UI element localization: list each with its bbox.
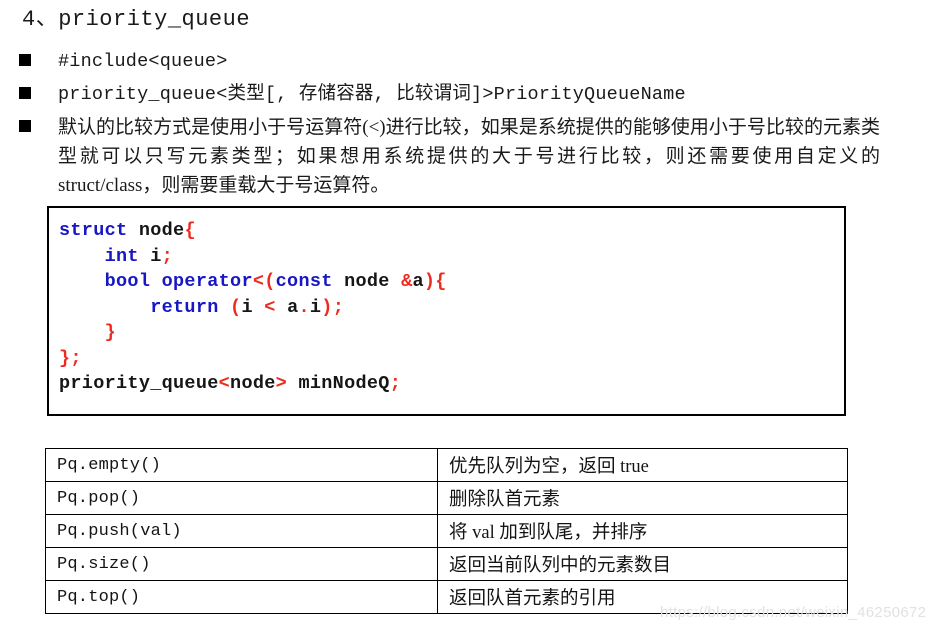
square-bullet-icon bbox=[19, 87, 31, 99]
code-token: ( bbox=[230, 296, 242, 318]
api-table-body: Pq.empty() 优先队列为空，返回 true Pq.pop() 删除队首元素 Pq… bbox=[45, 448, 848, 614]
code-line: struct node{ bbox=[59, 218, 844, 244]
bullet-item: 默认的比较方式是使用小于号运算符(<)进行比较，如果是系统提供的能够使用小于号比… bbox=[0, 113, 880, 200]
code-token: <( bbox=[252, 271, 276, 292]
api-reference-table: Pq.empty() 优先队列为空，返回 true Pq.pop() 删除队首元素 Pq… bbox=[45, 448, 848, 614]
code-line: priority_queue<node> minNodeQ; bbox=[59, 371, 844, 397]
code-token: struct bbox=[59, 220, 128, 241]
api-description-cell: 优先队列为空，返回 true bbox=[437, 448, 848, 482]
api-name-cell: Pq.size() bbox=[45, 547, 438, 581]
api-description-cell: 删除队首元素 bbox=[437, 481, 848, 515]
code-token: const bbox=[275, 271, 333, 292]
code-token: < bbox=[264, 296, 276, 318]
api-description-cell: 将 val 加到队尾，并排序 bbox=[437, 514, 848, 548]
code-token: node bbox=[138, 220, 185, 241]
api-name-cell: Pq.empty() bbox=[45, 448, 438, 482]
api-name-cell: Pq.pop() bbox=[45, 481, 438, 515]
code-token: ; bbox=[161, 245, 174, 267]
code-token: minNodeQ bbox=[287, 373, 390, 394]
code-token: operator bbox=[161, 271, 253, 292]
code-token: node bbox=[230, 373, 276, 394]
code-snippet-block: struct node{ int i; bool operator<(const… bbox=[47, 206, 846, 416]
bullet-item: #include<queue> bbox=[0, 47, 880, 76]
table-row: Pq.push(val) 将 val 加到队尾，并排序 bbox=[45, 514, 848, 548]
code-token: & bbox=[401, 271, 413, 292]
code-token: }; bbox=[59, 347, 82, 369]
code-token: > bbox=[275, 373, 288, 394]
code-line: } bbox=[59, 320, 844, 346]
code-token: . bbox=[298, 296, 310, 318]
bullet-item-label: priority_queue<类型[, 存储容器, 比较谓词]>Priority… bbox=[58, 84, 686, 105]
square-bullet-icon bbox=[19, 120, 31, 132]
api-description-cell: 返回当前队列中的元素数目 bbox=[437, 547, 848, 581]
code-token: bool bbox=[104, 271, 151, 292]
table-row: Pq.empty() 优先队列为空，返回 true bbox=[45, 448, 848, 482]
code-token: { bbox=[184, 220, 196, 241]
watermark-url: https://blog.csdn.net/weixin_46250672 bbox=[660, 604, 927, 621]
code-line: bool operator<(const node &a){ bbox=[59, 269, 844, 295]
bullet-item-label: #include<queue> bbox=[58, 51, 228, 72]
code-token: int bbox=[104, 245, 139, 267]
table-row: Pq.size() 返回当前队列中的元素数目 bbox=[45, 547, 848, 581]
bullet-list: #include<queue> priority_queue<类型[, 存储容器,… bbox=[0, 47, 880, 204]
code-token: node bbox=[332, 271, 402, 292]
code-token: i bbox=[241, 296, 265, 318]
code-line: int i; bbox=[59, 244, 844, 270]
code-line: }; bbox=[59, 346, 844, 372]
bullet-item: priority_queue<类型[, 存储容器, 比较谓词]>Priority… bbox=[0, 80, 880, 109]
square-bullet-icon bbox=[19, 54, 31, 66]
code-token: ); bbox=[321, 296, 345, 318]
page-title: 4、priority_queue bbox=[22, 7, 251, 32]
code-token: i bbox=[309, 296, 322, 318]
bullet-item-label: 默认的比较方式是使用小于号运算符(<)进行比较，如果是系统提供的能够使用小于号比… bbox=[58, 117, 880, 196]
code-token: < bbox=[218, 373, 231, 394]
code-token: return bbox=[150, 296, 219, 318]
code-token: a bbox=[412, 271, 424, 292]
code-token: ){ bbox=[423, 271, 447, 292]
table-row: Pq.pop() 删除队首元素 bbox=[45, 481, 848, 515]
code-token: ; bbox=[389, 373, 402, 394]
code-token: a bbox=[275, 296, 299, 318]
api-name-cell: Pq.top() bbox=[45, 580, 438, 614]
code-line: return (i < a.i); bbox=[59, 295, 844, 321]
code-token: } bbox=[104, 322, 117, 343]
api-name-cell: Pq.push(val) bbox=[45, 514, 438, 548]
code-token: priority_queue bbox=[59, 373, 219, 394]
code-token: i bbox=[150, 245, 162, 267]
